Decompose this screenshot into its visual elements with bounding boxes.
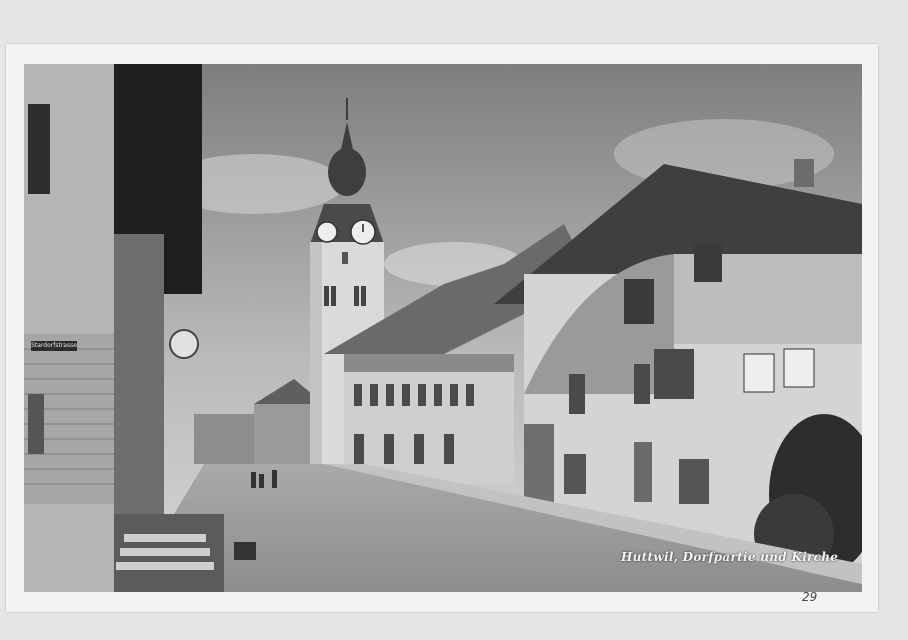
pencil-note: 29	[802, 590, 818, 604]
postcard: Stardorfstrasse Huttwil, Dorfpartie und …	[6, 44, 878, 612]
street-sign: Stardorfstrasse	[31, 341, 77, 351]
postcard-photo	[24, 64, 862, 592]
postcard-caption: Huttwil, Dorfpartie und Kirche	[621, 550, 839, 564]
